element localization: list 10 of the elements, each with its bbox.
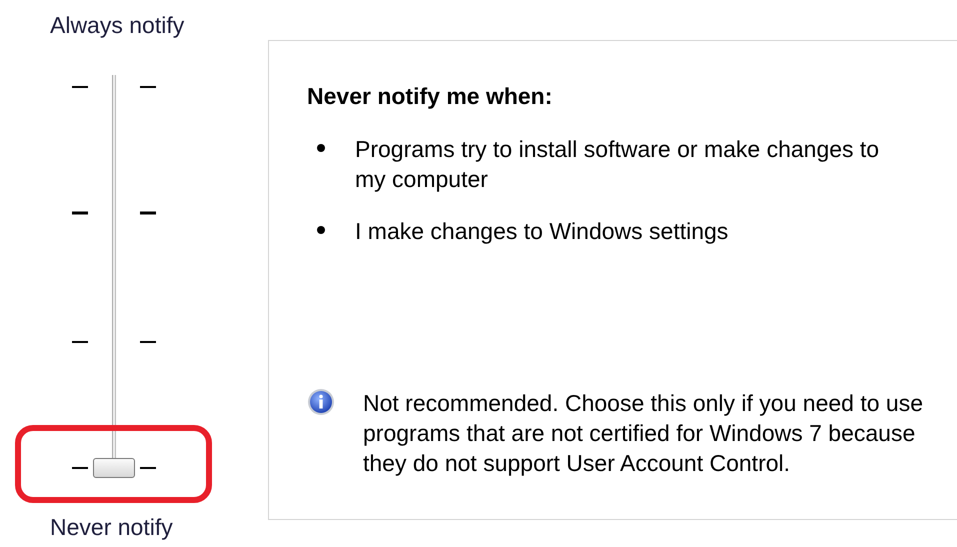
- bullet-icon: [317, 226, 325, 234]
- panel-heading: Never notify me when:: [307, 83, 554, 110]
- slider-label: Never notify: [50, 514, 173, 541]
- note-text: Not recommended. Choose this only if you need to use programs that are not certified for Windows 7 because they do not support User Account Control.: [363, 389, 923, 478]
- bullet-text: Programs try to install software or make changes to my computer: [355, 135, 880, 194]
- info-icon: [307, 388, 335, 416]
- bullet-text: I make changes to Windows settings: [355, 217, 730, 246]
- slider-label: Always notify: [50, 12, 184, 39]
- bullet-icon: [317, 144, 325, 152]
- slider-thumb[interactable]: [93, 458, 135, 478]
